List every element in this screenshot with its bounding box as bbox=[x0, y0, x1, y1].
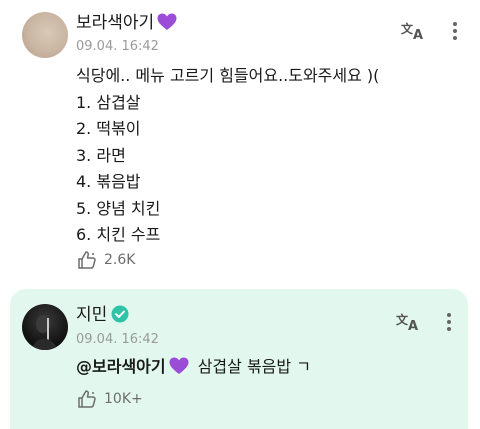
purple-heart-icon bbox=[157, 13, 177, 30]
post-author-avatar[interactable] bbox=[22, 12, 68, 58]
post-author-name[interactable]: 보라색아기 bbox=[76, 13, 154, 33]
translate-icon[interactable]: 文 A bbox=[396, 310, 422, 332]
fan-post-thread: 보라색아기 09.04. 16:42 文 A 식당에.. 메뉴 고르기 힘들어요… bbox=[0, 0, 480, 429]
menu-item: 6. 치킨 수프 bbox=[76, 225, 161, 244]
menu-item: 1. 삼겹살 bbox=[76, 92, 141, 112]
avatar-photo bbox=[32, 315, 58, 350]
menu-item: 2. 떡볶이 bbox=[76, 119, 141, 138]
post-author[interactable]: 보라색아기 bbox=[76, 13, 177, 33]
svg-text:A: A bbox=[413, 28, 423, 41]
mention-link[interactable]: @보라색아기 bbox=[76, 357, 166, 376]
svg-text:A: A bbox=[408, 319, 418, 332]
verified-badge-icon bbox=[111, 305, 129, 323]
menu-item: 3. 라면 bbox=[76, 145, 126, 165]
menu-item: 4. 볶음밥 bbox=[76, 172, 141, 191]
menu-item: 5. 양념 치킨 bbox=[76, 198, 161, 218]
reply-author[interactable]: 지민 bbox=[76, 305, 129, 325]
reply-author-name[interactable]: 지민 bbox=[76, 305, 107, 325]
post-intro-text: 식당에.. 메뉴 고르기 힘들어요..도와주세요 )( bbox=[76, 66, 380, 85]
translate-icon[interactable]: 文 A bbox=[401, 19, 427, 41]
more-vertical-icon[interactable] bbox=[446, 312, 452, 332]
reply-text: 삼겹살 볶음밥 ㄱ bbox=[197, 357, 311, 376]
post-body: 식당에.. 메뉴 고르기 힘들어요..도와주세요 )( 1. 삼겹살 2. 떡볶… bbox=[76, 63, 379, 249]
more-vertical-icon[interactable] bbox=[452, 21, 458, 41]
post-like-count: 2.6K bbox=[104, 252, 136, 268]
post-timestamp: 09.04. 16:42 bbox=[76, 39, 159, 54]
reply-body: @보라색아기 삼겹살 볶음밥 ㄱ bbox=[76, 354, 311, 381]
like-icon bbox=[78, 390, 96, 408]
reply-author-avatar[interactable] bbox=[22, 304, 68, 350]
reply-like-button[interactable]: 10K+ bbox=[76, 389, 143, 409]
reply-timestamp: 09.04. 16:42 bbox=[76, 332, 159, 347]
reply-like-count: 10K+ bbox=[104, 391, 143, 407]
purple-heart-icon bbox=[169, 357, 189, 374]
post-like-button[interactable]: 2.6K bbox=[76, 250, 135, 270]
like-icon bbox=[78, 251, 96, 269]
